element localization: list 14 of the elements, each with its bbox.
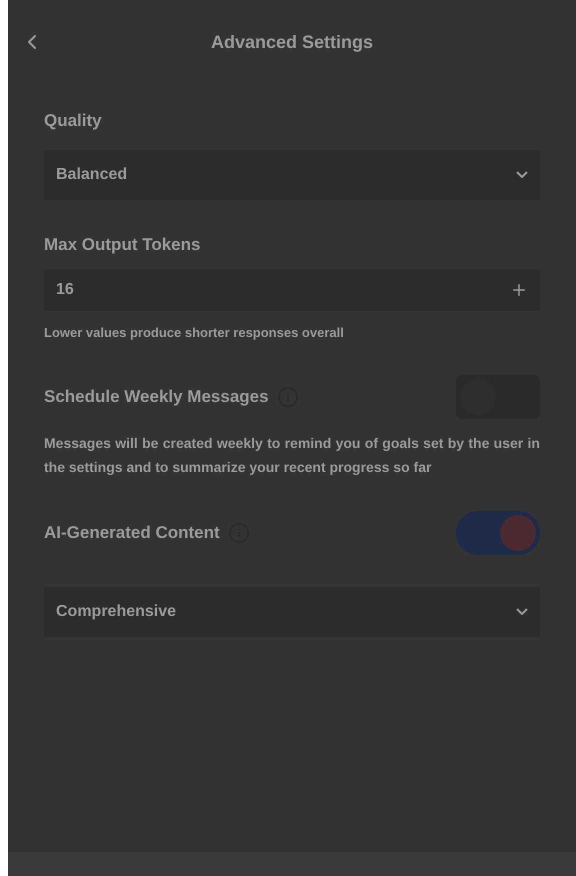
setting-label: Quality [44, 110, 102, 132]
dropdown-select[interactable]: Balanced [44, 150, 540, 200]
chevron-down-icon [516, 608, 528, 615]
chevron-down-icon [516, 171, 528, 178]
setting-label: Schedule Weekly Messages [44, 386, 269, 408]
setting-description: Messages will be created weekly to remind you of goals set by the user in the settings and to summarize your recent progress so far [44, 434, 540, 477]
setting-label: Max Output Tokens [44, 234, 200, 256]
page-title: Advanced Settings [210, 31, 374, 54]
number-field[interactable]: 16 [44, 269, 540, 311]
help-text: Lower values produce shorter responses overall [44, 324, 345, 342]
dropdown-select[interactable]: Comprehensive [44, 586, 540, 636]
plus-icon [510, 281, 528, 299]
setting-label: AI-Generated Content [44, 522, 220, 544]
toggle-switch[interactable] [456, 510, 540, 554]
